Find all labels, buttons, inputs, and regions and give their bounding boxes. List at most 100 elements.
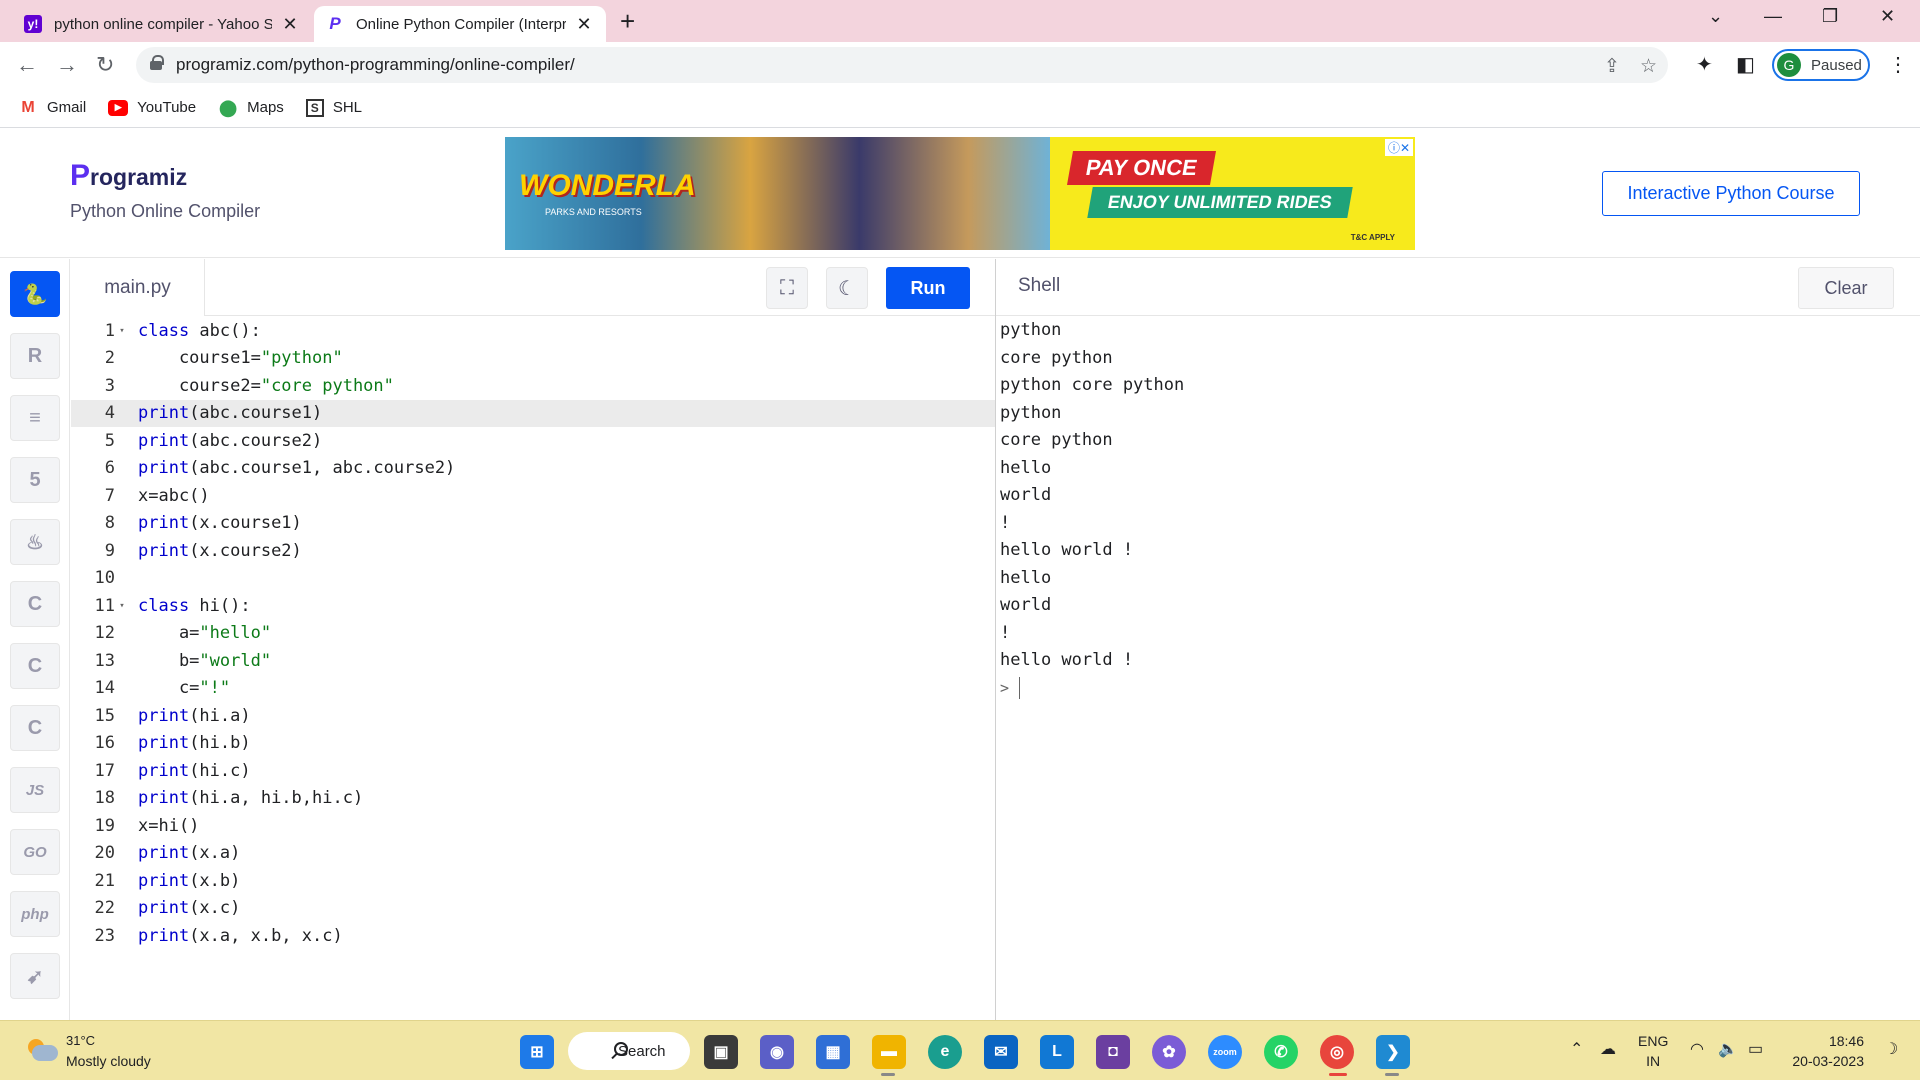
code-line[interactable]: 22 print(x.c)	[71, 895, 995, 923]
php-icon[interactable]: php	[10, 891, 60, 937]
code-line[interactable]: 8 print(x.course1)	[71, 510, 995, 538]
close-window-icon[interactable]: ✕	[1880, 6, 1895, 27]
line-number[interactable]: 20	[71, 843, 117, 863]
line-number[interactable]: 23	[71, 926, 117, 946]
clear-button[interactable]: Clear	[1798, 267, 1894, 309]
line-number[interactable]: 9	[71, 541, 117, 561]
run-button[interactable]: Run	[886, 267, 970, 309]
side-panel-icon[interactable]: ◧	[1736, 52, 1755, 77]
battery-icon[interactable]: ▭	[1748, 1039, 1763, 1059]
edge-browser-icon[interactable]: e	[928, 1035, 962, 1069]
code-line[interactable]: 3 course2="core python"	[71, 372, 995, 400]
pane-divider[interactable]	[995, 259, 996, 1020]
close-tab-icon[interactable]: ✕	[574, 14, 594, 35]
restore-icon[interactable]: ❐	[1822, 6, 1838, 27]
cpp-language-icon[interactable]: C	[10, 643, 60, 689]
weather-cloudy-icon[interactable]	[24, 1037, 58, 1063]
file-tab-main-py[interactable]: main.py	[71, 259, 205, 316]
sql-database-icon[interactable]: ≡	[10, 395, 60, 441]
line-number[interactable]: 14	[71, 678, 117, 698]
code-line[interactable]: 1 ▾ class abc():	[71, 317, 995, 345]
line-number[interactable]: 3	[71, 376, 117, 396]
fullscreen-icon[interactable]: ⛶	[766, 267, 808, 309]
wifi-icon[interactable]: ◠	[1690, 1039, 1704, 1059]
onedrive-cloud-icon[interactable]: ☁	[1600, 1039, 1616, 1059]
task-view-icon[interactable]: ▣	[704, 1035, 738, 1069]
line-number[interactable]: 22	[71, 898, 117, 918]
line-number[interactable]: 16	[71, 733, 117, 753]
code-line[interactable]: 5 print(abc.course2)	[71, 427, 995, 455]
vscode-icon[interactable]: ❯	[1376, 1035, 1410, 1069]
mail-icon[interactable]: ✉	[984, 1035, 1018, 1069]
line-number[interactable]: 15	[71, 706, 117, 726]
line-number[interactable]: 11	[71, 596, 117, 616]
line-number[interactable]: 6	[71, 458, 117, 478]
code-line[interactable]: 15 print(hi.a)	[71, 702, 995, 730]
ad-choices-close-icon[interactable]: ⓘ✕	[1384, 139, 1413, 156]
whatsapp-icon[interactable]: ✆	[1264, 1035, 1298, 1069]
bookmark-star-icon[interactable]: ☆	[1640, 55, 1657, 78]
bookmark-gmail[interactable]: M Gmail	[18, 99, 86, 117]
extensions-puzzle-icon[interactable]: ✦	[1696, 52, 1713, 77]
java-icon[interactable]: ♨	[10, 519, 60, 565]
line-number[interactable]: 8	[71, 513, 117, 533]
address-bar[interactable]: programiz.com/python-programming/online-…	[136, 47, 1668, 83]
bookmark-youtube[interactable]: ▶ YouTube	[108, 99, 196, 116]
new-tab-button[interactable]: +	[620, 8, 635, 34]
line-number[interactable]: 4	[71, 403, 117, 423]
tab-search-chevron-icon[interactable]: ⌄	[1708, 6, 1723, 27]
back-arrow-icon[interactable]: ←	[16, 52, 38, 78]
lock-icon[interactable]	[150, 55, 164, 70]
code-line[interactable]: 18 print(hi.a, hi.b,hi.c)	[71, 785, 995, 813]
code-line[interactable]: 17 print(hi.c)	[71, 757, 995, 785]
line-number[interactable]: 7	[71, 486, 117, 506]
csharp-language-icon[interactable]: C	[10, 705, 60, 751]
chrome-menu-icon[interactable]: ⋮	[1888, 52, 1908, 77]
javascript-icon[interactable]: JS	[10, 767, 60, 813]
bookmark-shl[interactable]: S SHL	[305, 98, 362, 117]
minimize-icon[interactable]: —	[1764, 6, 1782, 27]
share-icon[interactable]: ⇪	[1604, 55, 1620, 78]
c-language-icon[interactable]: C	[10, 581, 60, 627]
code-line[interactable]: 4 print(abc.course1)	[71, 399, 995, 427]
line-number[interactable]: 17	[71, 761, 117, 781]
copilot-icon[interactable]: ✿	[1152, 1035, 1186, 1069]
photo-app-icon[interactable]: ◘	[1096, 1035, 1130, 1069]
code-line[interactable]: 13 b="world"	[71, 647, 995, 675]
html5-icon[interactable]: 5	[10, 457, 60, 503]
line-number[interactable]: 13	[71, 651, 117, 671]
close-tab-icon[interactable]: ✕	[280, 14, 300, 35]
code-editor[interactable]: 1 ▾ class abc(): 2 course1="python" 3 course…	[71, 317, 995, 1020]
profile-button[interactable]: G Paused	[1772, 49, 1870, 81]
interactive-python-course-button[interactable]: Interactive Python Course	[1602, 171, 1860, 216]
windows-start-icon[interactable]: ⊞	[520, 1035, 554, 1069]
line-number[interactable]: 10	[71, 568, 117, 588]
weather-temperature[interactable]: 31°C	[66, 1033, 95, 1048]
dark-mode-moon-icon[interactable]: ☾	[826, 267, 868, 309]
line-number[interactable]: 5	[71, 431, 117, 451]
tab-programiz[interactable]: P Online Python Compiler (Interpre ✕	[314, 6, 606, 42]
code-line[interactable]: 9 print(x.course2)	[71, 537, 995, 565]
reload-icon[interactable]: ↻	[96, 52, 114, 78]
notifications-moon-icon[interactable]: ☽	[1884, 1039, 1898, 1059]
taskbar-search[interactable]: Search	[568, 1032, 690, 1070]
line-number[interactable]: 12	[71, 623, 117, 643]
code-line[interactable]: 14 c="!"	[71, 675, 995, 703]
code-line[interactable]: 6 print(abc.course1, abc.course2)	[71, 455, 995, 483]
code-line[interactable]: 16 print(hi.b)	[71, 730, 995, 758]
code-line[interactable]: 19 x=hi()	[71, 812, 995, 840]
code-line[interactable]: 21 print(x.b)	[71, 867, 995, 895]
weather-condition[interactable]: Mostly cloudy	[66, 1053, 151, 1069]
code-line[interactable]: 2 course1="python"	[71, 345, 995, 373]
python-language-icon[interactable]: 🐍	[10, 271, 60, 317]
swift-icon[interactable]: ➹	[10, 953, 60, 999]
line-number[interactable]: 2	[71, 348, 117, 368]
zoom-icon[interactable]: zoom	[1208, 1035, 1242, 1069]
go-language-icon[interactable]: GO	[10, 829, 60, 875]
line-number[interactable]: 18	[71, 788, 117, 808]
line-number[interactable]: 21	[71, 871, 117, 891]
line-number[interactable]: 19	[71, 816, 117, 836]
chrome-icon[interactable]: ◎	[1320, 1035, 1354, 1069]
microsoft-store-icon[interactable]: ▦	[816, 1035, 850, 1069]
fold-toggle-icon[interactable]: ▾	[117, 326, 127, 336]
